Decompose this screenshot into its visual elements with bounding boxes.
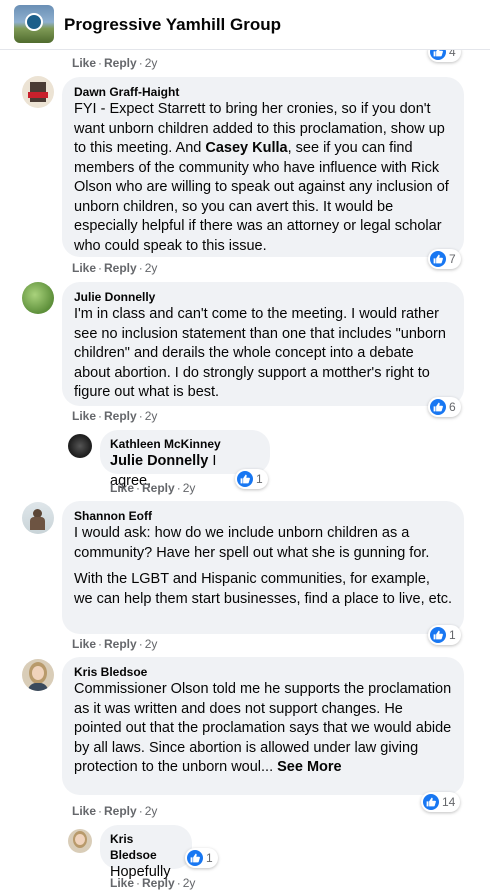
thumbs-up-icon (237, 471, 253, 487)
thumbs-up-icon (430, 251, 446, 267)
comment-bubble: Kris Bledsoe Commissioner Olson told me … (62, 657, 464, 795)
reply-button[interactable]: Reply (104, 804, 137, 818)
comment-author[interactable]: Kathleen McKinney (110, 436, 260, 452)
comment-actions: Like · Reply · 2y (72, 409, 158, 423)
group-header: Progressive Yamhill Group (0, 0, 490, 50)
comment-time[interactable]: 2y (183, 481, 196, 495)
avatar[interactable] (68, 434, 92, 458)
comment-time[interactable]: 2y (145, 261, 158, 275)
comment-time[interactable]: 2y (145, 56, 158, 70)
like-button[interactable]: Like (72, 261, 96, 275)
reply-button[interactable]: Reply (142, 481, 175, 495)
like-button[interactable]: Like (110, 876, 134, 890)
comment-text: Commissioner Olson told me he supports t… (74, 681, 452, 775)
reply-button[interactable]: Reply (142, 876, 175, 890)
comment-actions: Like · Reply · 2y (72, 56, 158, 70)
reaction-count[interactable]: 1 (428, 625, 461, 645)
comment-text: I would ask: how do we include unborn ch… (74, 525, 453, 607)
comment-bubble: Shannon Eoff I would ask: how do we incl… (62, 501, 464, 634)
like-button[interactable]: Like (110, 481, 134, 495)
avatar[interactable] (22, 659, 54, 691)
like-button[interactable]: Like (72, 409, 96, 423)
comment-actions: Like · Reply · 2y (72, 261, 158, 275)
mention-link[interactable]: Casey Kulla (205, 140, 287, 156)
reaction-count[interactable]: 14 (421, 792, 461, 812)
reply-button[interactable]: Reply (104, 409, 137, 423)
comment-time[interactable]: 2y (145, 409, 158, 423)
reply-button[interactable]: Reply (104, 56, 137, 70)
thumbs-up-icon (423, 794, 439, 810)
avatar[interactable] (68, 829, 92, 853)
thumbs-up-icon (430, 627, 446, 643)
reaction-count[interactable]: 1 (235, 469, 268, 489)
thumbs-up-icon (187, 850, 203, 866)
reply-button[interactable]: Reply (104, 261, 137, 275)
thumbs-up-icon (430, 399, 446, 415)
avatar[interactable] (22, 76, 54, 108)
group-logo-icon[interactable] (14, 5, 54, 43)
comment-text: FYI - Expect Starrett to bring her croni… (74, 101, 449, 254)
like-button[interactable]: Like (72, 56, 96, 70)
mention-link[interactable]: Julie Donnelly (110, 453, 208, 469)
comment-author[interactable]: Kris Bledsoe (110, 831, 182, 863)
comment-time[interactable]: 2y (145, 804, 158, 818)
group-title[interactable]: Progressive Yamhill Group (64, 15, 281, 35)
comment-author[interactable]: Shannon Eoff (74, 508, 452, 524)
comment-time[interactable]: 2y (145, 637, 158, 651)
comment-author[interactable]: Dawn Graff-Haight (74, 84, 452, 100)
comment-bubble: Kathleen McKinney Julie Donnelly I agree… (100, 430, 270, 489)
like-button[interactable]: Like (72, 637, 96, 651)
comment-bubble: Julie Donnelly I'm in class and can't co… (62, 282, 464, 406)
comment-text: I'm in class and can't come to the meeti… (74, 306, 446, 400)
reaction-count[interactable]: 7 (428, 249, 461, 269)
comment-actions: Like · Reply · 2y (72, 637, 158, 651)
comment-actions: Like · Reply · 2y (72, 804, 158, 818)
comment-bubble: Dawn Graff-Haight FYI - Expect Starrett … (62, 77, 464, 257)
comment-time[interactable]: 2y (183, 876, 196, 890)
avatar[interactable] (22, 282, 54, 314)
avatar[interactable] (22, 502, 54, 534)
comment-author[interactable]: Julie Donnelly (74, 289, 452, 305)
comment-actions: Like · Reply · 2y (110, 876, 196, 890)
comment-actions: Like · Reply · 2y (110, 481, 196, 495)
reaction-count[interactable]: 1 (185, 848, 218, 868)
reply-button[interactable]: Reply (104, 637, 137, 651)
comment-author[interactable]: Kris Bledsoe (74, 664, 452, 680)
comment-bubble: Kris Bledsoe Hopefully (100, 825, 192, 880)
like-button[interactable]: Like (72, 804, 96, 818)
see-more-link[interactable]: See More (277, 759, 341, 775)
reaction-count[interactable]: 6 (428, 397, 461, 417)
